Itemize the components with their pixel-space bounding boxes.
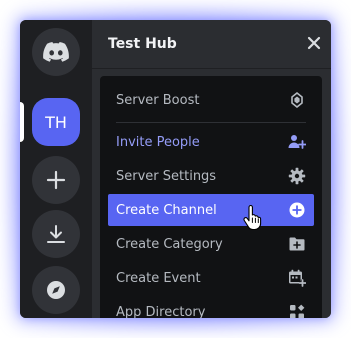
plus-circle-icon [288, 201, 306, 219]
compass-icon [47, 281, 65, 299]
server-name: Test Hub [108, 36, 177, 52]
server-dropdown-menu: Server Boost Invite People Server Settin… [100, 76, 322, 318]
menu-item-label: Server Boost [116, 92, 200, 108]
plus-icon [46, 170, 66, 190]
server-header[interactable]: Test Hub [92, 20, 331, 69]
folder-plus-icon [288, 235, 306, 253]
app-window: TH Test Hub Server Boost Invite People S… [20, 20, 331, 318]
server-test-hub[interactable]: TH [32, 98, 80, 146]
menu-item-label: Server Settings [116, 168, 217, 184]
menu-separator [116, 122, 306, 123]
calendar-plus-icon [288, 269, 306, 287]
menu-item-label: Create Channel [116, 202, 217, 218]
menu-item-server-settings[interactable]: Server Settings [108, 160, 314, 192]
server-initials: TH [45, 112, 67, 132]
discord-logo-icon [43, 42, 69, 62]
download-apps-button[interactable] [32, 210, 80, 258]
menu-item-app-directory[interactable]: App Directory [108, 296, 314, 318]
download-icon [47, 225, 65, 243]
add-server-button[interactable] [32, 156, 80, 204]
menu-item-create-channel[interactable]: Create Channel [108, 194, 314, 226]
gear-icon [288, 167, 306, 185]
explore-servers-button[interactable] [32, 266, 80, 314]
menu-item-label: App Directory [116, 304, 206, 319]
selected-server-pill [20, 102, 24, 142]
menu-item-label: Create Category [116, 236, 223, 252]
menu-item-invite-people[interactable]: Invite People [108, 126, 314, 158]
hand-pointer-cursor-icon [243, 205, 262, 231]
apps-icon [288, 303, 306, 318]
menu-item-create-event[interactable]: Create Event [108, 262, 314, 294]
menu-item-label: Create Event [116, 270, 201, 286]
close-icon[interactable] [305, 34, 323, 52]
menu-item-label: Invite People [116, 134, 200, 150]
server-rail: TH [20, 20, 92, 318]
invite-people-icon [288, 133, 306, 151]
menu-item-create-category[interactable]: Create Category [108, 228, 314, 260]
home-button[interactable] [32, 28, 80, 76]
boost-icon [288, 91, 306, 109]
server-menu-panel: Test Hub Server Boost Invite People Serv… [92, 20, 331, 318]
menu-item-server-boost[interactable]: Server Boost [108, 84, 314, 116]
